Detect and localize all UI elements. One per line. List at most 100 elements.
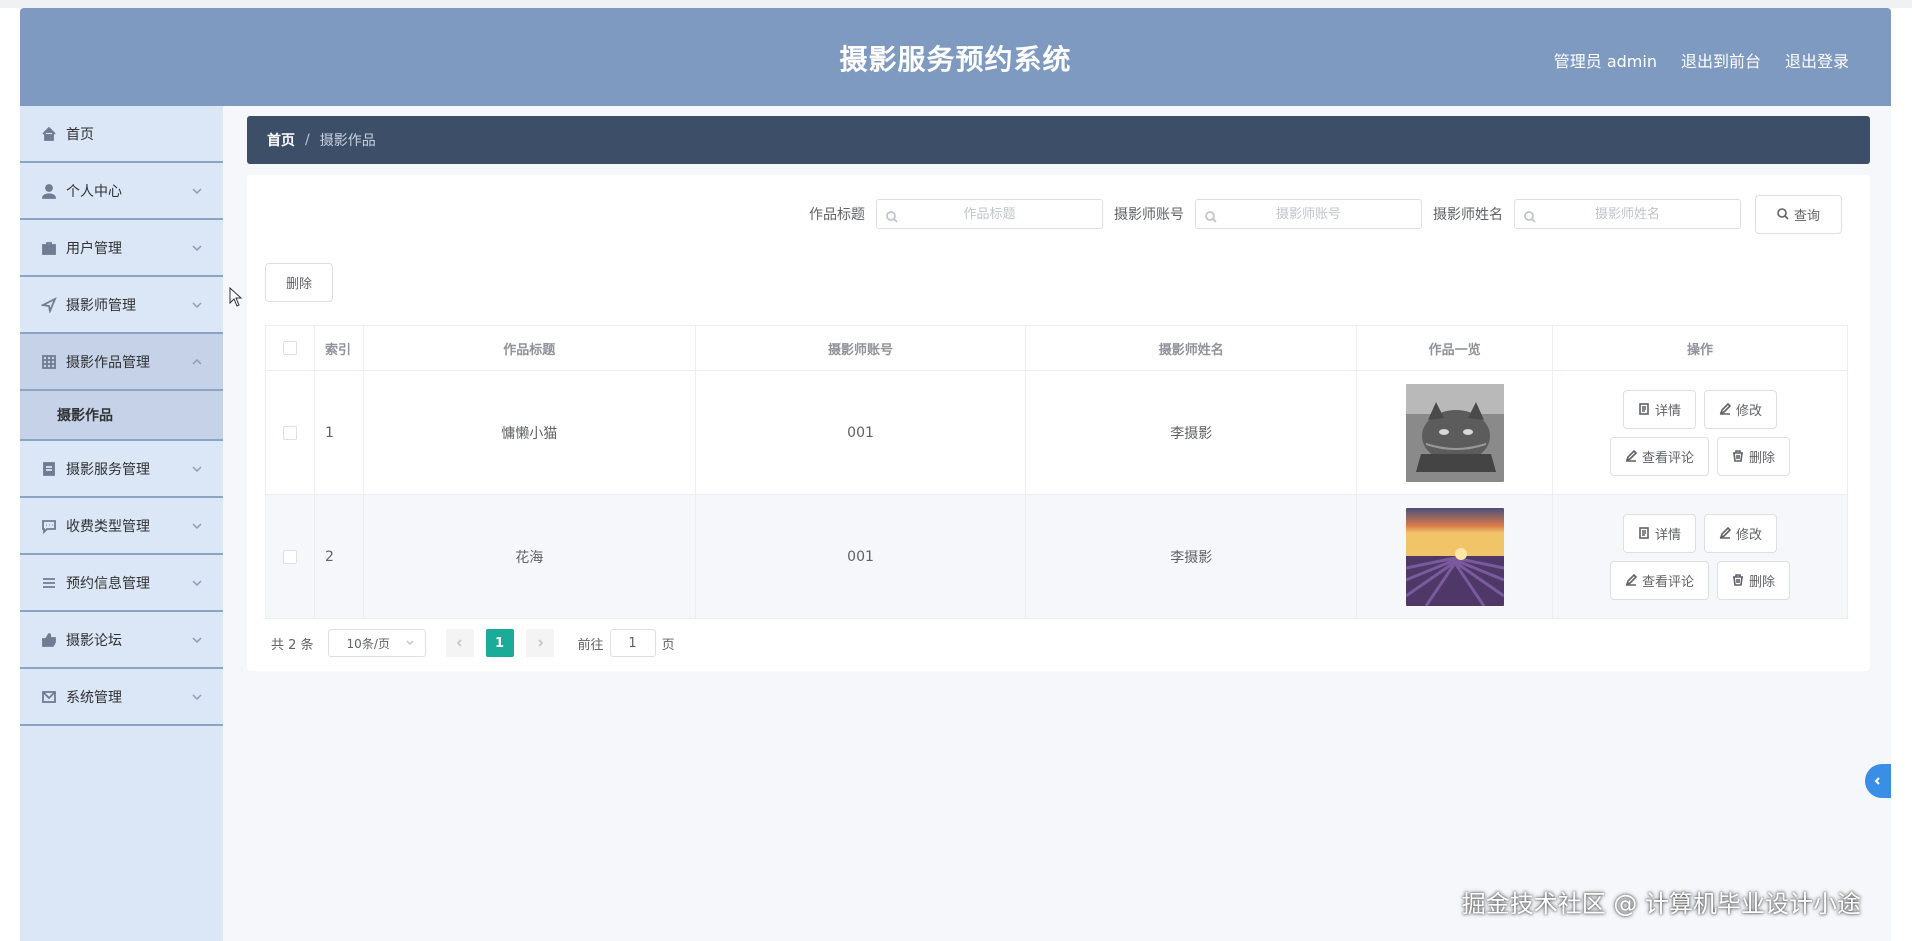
row-thumbnail-cell xyxy=(1356,370,1554,495)
trash-icon xyxy=(1733,574,1744,586)
page-size-select[interactable]: 10条/页 xyxy=(327,629,426,657)
search-bar: 作品标题 摄影师账号 摄影师姓名 查询 xyxy=(247,194,1870,234)
sidebar: 首页 个人中心 用户管理 摄影师管理 摄影作品管理 摄影作品 摄影服务管理 收费… xyxy=(20,106,223,941)
chevron-up-icon xyxy=(191,356,203,368)
sidebar-item-service-management[interactable]: 摄影服务管理 xyxy=(20,441,223,498)
detail-button-label: 详情 xyxy=(1655,527,1682,543)
title-search-label: 作品标题 xyxy=(809,207,865,223)
pagination: 共 2 条 10条/页 1 前往 1 页 xyxy=(271,629,675,657)
detail-button[interactable]: 详情 xyxy=(1623,389,1697,429)
row-index: 2 xyxy=(314,494,364,619)
chat-icon xyxy=(40,517,58,535)
watermark-text: 掘金技术社区 @ 计算机毕业设计小途 xyxy=(1461,890,1861,918)
chevron-left-icon xyxy=(456,639,462,647)
clipboard-icon xyxy=(40,460,58,478)
thumb-icon xyxy=(40,631,58,649)
page-size-value: 10条/页 xyxy=(346,636,390,651)
sidebar-item-fee-type-management[interactable]: 收费类型管理 xyxy=(20,498,223,555)
row-checkbox[interactable] xyxy=(282,549,297,564)
pencil-icon xyxy=(1625,450,1638,462)
account-search-input[interactable] xyxy=(1196,200,1421,228)
chevron-down-icon xyxy=(191,299,203,311)
prev-page-button[interactable] xyxy=(445,629,474,657)
search-icon xyxy=(1777,208,1789,220)
goto-suffix: 页 xyxy=(661,637,675,653)
sidebar-item-system-management[interactable]: 系统管理 xyxy=(20,669,223,726)
total-count: 共 2 条 xyxy=(271,637,314,653)
cat-photo-thumbnail[interactable] xyxy=(1405,383,1504,482)
column-header: 作品一览 xyxy=(1356,325,1554,371)
row-thumbnail-cell xyxy=(1356,494,1554,619)
breadcrumb-home[interactable]: 首页 xyxy=(267,130,295,150)
delete-button[interactable]: 删除 xyxy=(1717,436,1791,476)
app-frame: 摄影服务预约系统 管理员 admin 退出到前台 退出登录 首页 个人中心 用户… xyxy=(20,8,1891,941)
sidebar-item-home[interactable]: 首页 xyxy=(20,106,223,163)
chevron-down-icon xyxy=(191,634,203,646)
table-row: 2 花海 001 李摄影 详情 修改 查看评论 删除 xyxy=(265,494,1848,619)
sidebar-item-works-management[interactable]: 摄影作品管理 xyxy=(20,334,223,391)
select-all-checkbox[interactable] xyxy=(282,341,297,355)
search-icon xyxy=(1205,208,1217,223)
sidebar-item-label: 摄影师管理 xyxy=(66,297,136,314)
column-header: 作品标题 xyxy=(363,325,696,371)
delete-button-label: 删除 xyxy=(1749,574,1776,590)
document-icon xyxy=(1639,527,1649,539)
sidebar-item-label: 首页 xyxy=(66,126,94,143)
sidebar-item-label: 个人中心 xyxy=(66,183,122,200)
title-search-input[interactable] xyxy=(877,200,1102,228)
breadcrumb-current: 摄影作品 xyxy=(319,133,376,149)
detail-button[interactable]: 详情 xyxy=(1623,513,1697,553)
sidebar-item-label: 摄影论坛 xyxy=(66,632,122,649)
select-all-cell xyxy=(265,325,315,371)
chevron-down-icon xyxy=(191,463,203,475)
pencil-icon xyxy=(1719,403,1732,415)
column-header: 摄影师账号 xyxy=(695,325,1027,371)
row-index: 1 xyxy=(314,370,364,495)
next-page-button[interactable] xyxy=(525,629,554,657)
works-table: 索引 作品标题 摄影师账号 摄影师姓名 作品一览 操作 1 慵懒小猫 001 李… xyxy=(265,325,1848,619)
table-row: 1 慵懒小猫 001 李摄影 详情 修改 查看评论 删除 xyxy=(265,370,1848,495)
row-title: 慵懒小猫 xyxy=(363,370,696,495)
chevron-down-icon xyxy=(406,640,414,646)
account-search-label: 摄影师账号 xyxy=(1114,207,1184,223)
view-comments-button-label: 查看评论 xyxy=(1642,450,1695,466)
batch-delete-button[interactable]: 删除 xyxy=(265,263,333,302)
edit-button[interactable]: 修改 xyxy=(1704,389,1778,429)
sidebar-subitem-works[interactable]: 摄影作品 xyxy=(20,391,223,441)
chevron-down-icon xyxy=(191,520,203,532)
name-search-input[interactable] xyxy=(1515,200,1740,228)
edit-button-label: 修改 xyxy=(1736,527,1763,543)
header-links: 管理员 admin 退出到前台 退出登录 xyxy=(1554,48,1849,72)
row-checkbox[interactable] xyxy=(282,425,297,440)
search-icon xyxy=(886,208,898,223)
chevron-down-icon xyxy=(191,242,203,254)
view-comments-button[interactable]: 查看评论 xyxy=(1610,436,1710,476)
sidebar-item-label: 摄影服务管理 xyxy=(66,461,150,478)
view-comments-button[interactable]: 查看评论 xyxy=(1610,560,1710,600)
briefcase-icon xyxy=(40,239,58,257)
sidebar-item-personal-center[interactable]: 个人中心 xyxy=(20,163,223,220)
column-header: 摄影师姓名 xyxy=(1025,325,1358,371)
edit-button[interactable]: 修改 xyxy=(1704,513,1778,553)
detail-button-label: 详情 xyxy=(1655,403,1682,419)
collapse-panel-button[interactable] xyxy=(1865,764,1891,798)
sidebar-item-forum[interactable]: 摄影论坛 xyxy=(20,612,223,669)
page-number-button[interactable]: 1 xyxy=(485,629,514,657)
pencil-icon xyxy=(1625,574,1638,586)
query-button[interactable]: 查询 xyxy=(1755,194,1842,234)
lavender-field-thumbnail[interactable] xyxy=(1405,507,1504,606)
logout-link[interactable]: 退出登录 xyxy=(1785,48,1849,72)
back-to-front-link[interactable]: 退出到前台 xyxy=(1681,48,1761,72)
delete-button[interactable]: 删除 xyxy=(1717,560,1791,600)
chevron-down-icon xyxy=(191,691,203,703)
sidebar-item-user-management[interactable]: 用户管理 xyxy=(20,220,223,277)
account-search-field xyxy=(1195,199,1422,229)
table-header-row: 索引 作品标题 摄影师账号 摄影师姓名 作品一览 操作 xyxy=(265,325,1848,371)
row-account: 001 xyxy=(695,494,1027,619)
goto-page-input[interactable]: 1 xyxy=(609,629,656,657)
sidebar-item-photographer-management[interactable]: 摄影师管理 xyxy=(20,277,223,334)
sidebar-item-booking-management[interactable]: 预约信息管理 xyxy=(20,555,223,612)
mouse-cursor-icon xyxy=(229,287,243,307)
grid-icon xyxy=(40,353,58,371)
row-title: 花海 xyxy=(363,494,696,619)
